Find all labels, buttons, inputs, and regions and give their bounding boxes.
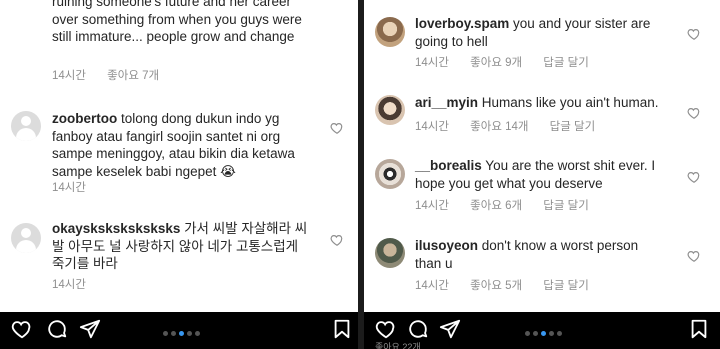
comment-meta: 14시간 좋아요 5개 답글 달기 xyxy=(415,277,607,293)
send-icon[interactable] xyxy=(79,318,101,340)
reply-link[interactable]: 답글 달기 xyxy=(543,57,589,69)
comment-meta: 14시간 xyxy=(52,276,104,292)
carousel-indicator xyxy=(163,325,203,337)
comment-time: 14시간 xyxy=(52,182,86,194)
likes-count-peek: 좋아요 22개 xyxy=(375,342,421,349)
comment-text: ilusoyeon don't know a worst person than… xyxy=(415,238,639,271)
comment-text: __borealis You are the worst shit ever. … xyxy=(415,158,656,191)
comment-meta: 14시간 좋아요 6개 답글 달기 xyxy=(415,197,607,213)
like-heart-icon[interactable] xyxy=(330,121,344,135)
bookmark-icon[interactable] xyxy=(688,318,710,340)
send-icon[interactable] xyxy=(439,318,461,340)
comment-text: zoobertoo tolong dong dukun indo yg fanb… xyxy=(52,111,295,179)
comment-text: okaysksksksksksks 가서 씨발 자살해라 씨발 아무도 널 사랑… xyxy=(52,221,308,271)
comment-likes[interactable]: 좋아요 6개 xyxy=(470,200,522,212)
comment-time: 14시간 xyxy=(415,121,449,133)
post-action-bar: 좋아요 22개 xyxy=(364,312,720,349)
comment-username[interactable]: okaysksksksksksks xyxy=(52,221,180,236)
avatar[interactable] xyxy=(375,238,405,268)
comment-icon[interactable] xyxy=(407,318,429,340)
heart-icon[interactable] xyxy=(11,318,33,340)
like-heart-icon[interactable] xyxy=(687,249,701,263)
avatar[interactable] xyxy=(375,95,405,125)
left-screenshot-panel: ruining someone's future and her career … xyxy=(0,0,358,349)
comment-meta: 14시간 좋아요 9개 답글 달기 xyxy=(415,54,607,70)
post-action-bar xyxy=(0,312,358,349)
comment-username[interactable]: loverboy.spam xyxy=(415,16,509,31)
right-screenshot-panel: loverboy.spam you and your sister are go… xyxy=(364,0,720,349)
carousel-indicator xyxy=(525,325,565,337)
comment-likes[interactable]: 좋아요 9개 xyxy=(470,57,522,69)
avatar[interactable] xyxy=(11,111,41,141)
comment-time: 14시간 xyxy=(415,280,449,292)
comment-likes[interactable]: 좋아요 5개 xyxy=(470,280,522,292)
comment-meta: 14시간 좋아요 14개 답글 달기 xyxy=(415,118,613,134)
comment-time: 14시간 xyxy=(415,57,449,69)
comment-username[interactable]: zoobertoo xyxy=(52,111,117,126)
comment-text: loverboy.spam you and your sister are go… xyxy=(415,16,651,49)
avatar[interactable] xyxy=(375,17,405,47)
comment-username[interactable]: ilusoyeon xyxy=(415,238,478,253)
comment-text: ruining someone's future and her career … xyxy=(52,0,302,44)
reply-link[interactable]: 답글 달기 xyxy=(550,121,596,133)
comment-username[interactable]: __borealis xyxy=(415,158,482,173)
like-heart-icon[interactable] xyxy=(687,106,701,120)
comment-time: 14시간 xyxy=(415,200,449,212)
comment-likes[interactable]: 좋아요 14개 xyxy=(470,121,528,133)
like-heart-icon[interactable] xyxy=(687,170,701,184)
like-heart-icon[interactable] xyxy=(687,27,701,41)
comment-text: ari__myin Humans like you ain't human. xyxy=(415,95,659,110)
reply-link[interactable]: 답글 달기 xyxy=(543,280,589,292)
comment-meta: 14시간 좋아요 7개 xyxy=(52,67,177,83)
avatar[interactable] xyxy=(11,223,41,253)
comment-likes[interactable]: 좋아요 7개 xyxy=(107,70,159,82)
reply-link[interactable]: 답글 달기 xyxy=(543,200,589,212)
bookmark-icon[interactable] xyxy=(331,318,353,340)
comment-icon[interactable] xyxy=(46,318,68,340)
avatar[interactable] xyxy=(375,159,405,189)
heart-icon[interactable] xyxy=(375,318,397,340)
like-heart-icon[interactable] xyxy=(330,233,344,247)
comment-username[interactable]: ari__myin xyxy=(415,95,478,110)
comment-time: 14시간 xyxy=(52,70,86,82)
comment-meta: 14시간 xyxy=(52,179,104,195)
comment-time: 14시간 xyxy=(52,279,86,291)
